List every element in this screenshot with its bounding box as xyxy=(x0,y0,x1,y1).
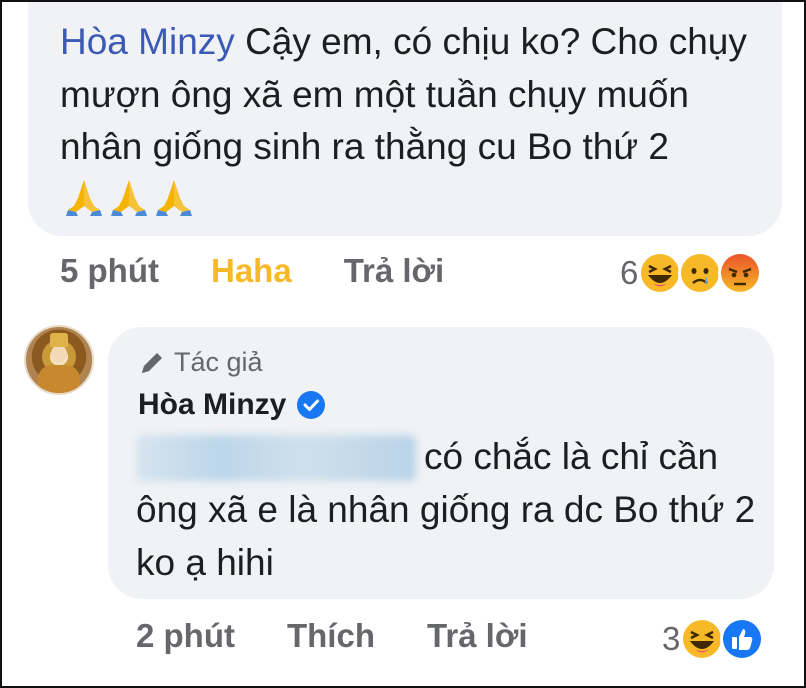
author-badge-label: Tác giả xyxy=(174,347,263,377)
folded-hands-icon xyxy=(156,179,192,216)
folded-hands-icon xyxy=(111,179,147,216)
commenter-name-label: Hòa Minzy xyxy=(138,388,287,421)
reply-button[interactable]: Trả lời xyxy=(344,252,445,290)
comment-actions: 5 phút Haha Trả lời xyxy=(60,252,496,290)
mention-link[interactable]: Hòa Minzy xyxy=(60,21,235,62)
reply-actions: 2 phút Thích Trả lời xyxy=(136,617,579,655)
comment-text: Hòa Minzy Cậy em, có chịu ko? Cho chụy m… xyxy=(60,16,760,230)
like-button[interactable]: Thích xyxy=(287,617,375,655)
reaction-summary[interactable]: 3 xyxy=(662,617,765,661)
pencil-icon xyxy=(142,352,162,373)
author-badge: Tác giả xyxy=(138,347,263,378)
reply-button[interactable]: Trả lời xyxy=(427,617,528,655)
folded-hands-icon xyxy=(66,179,102,216)
like-emoji-icon xyxy=(720,617,765,661)
screenshot-frame: Hòa Minzy Cậy em, có chịu ko? Cho chụy m… xyxy=(0,0,806,688)
angry-emoji-icon xyxy=(718,251,763,295)
commenter-name[interactable]: Hòa Minzy xyxy=(138,385,326,425)
reaction-count: 3 xyxy=(662,620,681,657)
verified-badge-icon xyxy=(297,391,326,419)
blurred-mention xyxy=(136,435,416,481)
reaction-summary[interactable]: 6 xyxy=(620,251,763,295)
avatar[interactable] xyxy=(24,325,94,395)
sad-emoji-icon xyxy=(678,251,723,295)
haha-emoji-icon xyxy=(680,617,725,661)
timestamp[interactable]: 2 phút xyxy=(136,617,235,655)
emoji-group xyxy=(64,176,199,231)
timestamp[interactable]: 5 phút xyxy=(60,252,159,290)
haha-emoji-icon xyxy=(638,251,683,295)
reply-text: có chắc là chỉ cần ông xã e là nhân giốn… xyxy=(136,430,766,589)
reaction-count: 6 xyxy=(620,254,639,291)
haha-reaction-button[interactable]: Haha xyxy=(211,252,292,290)
